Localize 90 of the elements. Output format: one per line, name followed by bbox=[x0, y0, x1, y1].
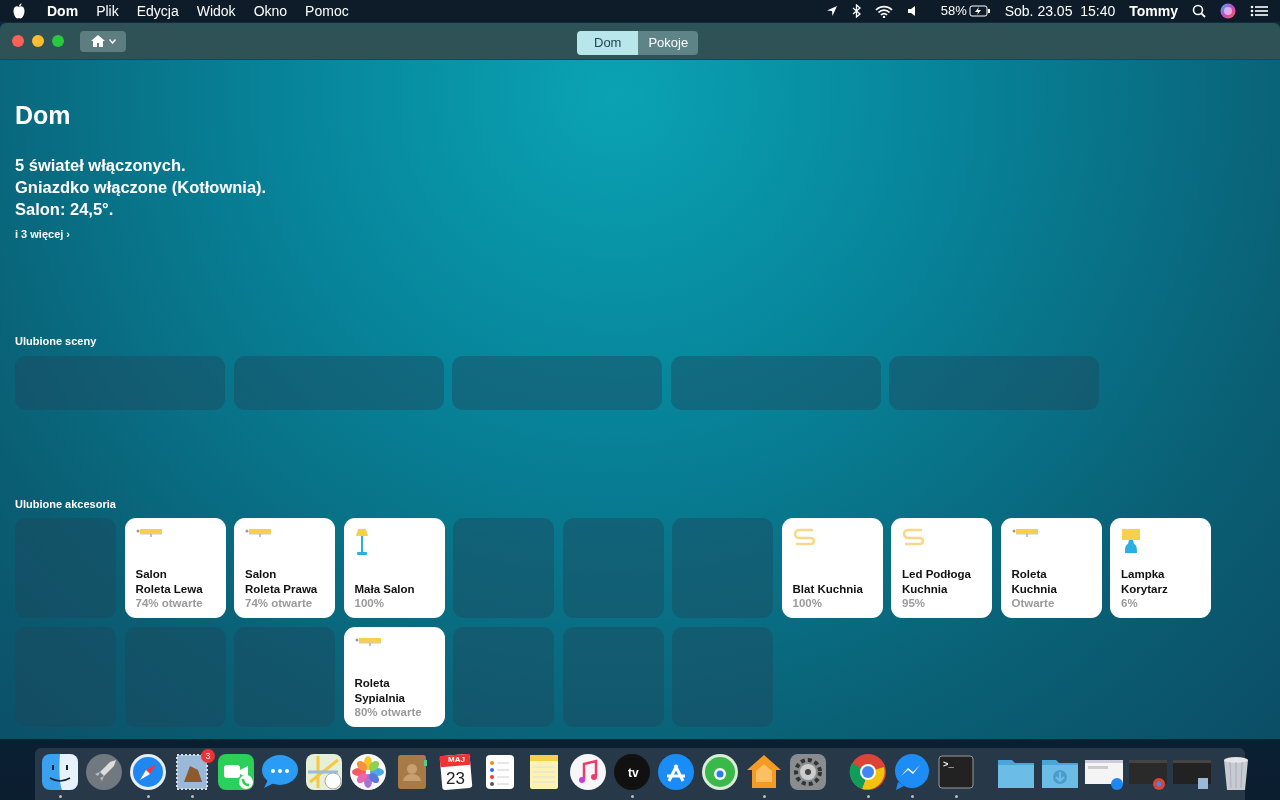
menu-item[interactable]: Pomoc bbox=[296, 0, 358, 22]
accessory-status: 100% bbox=[354, 596, 385, 610]
accessory-tile[interactable]: Led Podłoga Kuchnia 95% bbox=[891, 518, 992, 618]
table-lamp-icon bbox=[1121, 528, 1141, 554]
accessory-tile[interactable]: Salon Roleta Prawa 74% otwarte bbox=[234, 518, 335, 618]
light-strip-icon bbox=[902, 528, 926, 546]
accessory-status: 74% otwarte bbox=[245, 596, 314, 610]
close-button[interactable] bbox=[12, 35, 24, 47]
accessory-name: Salon Roleta Prawa bbox=[245, 567, 319, 596]
lightning-bubble-icon[interactable] bbox=[892, 752, 932, 792]
scene-tile[interactable] bbox=[15, 355, 225, 410]
accessory-tile[interactable] bbox=[562, 627, 664, 727]
accessory-tile[interactable]: Roleta Kuchnia Otwarte bbox=[1000, 518, 1102, 618]
page-title: Dom bbox=[15, 100, 72, 130]
menu-item[interactable]: Dom bbox=[38, 0, 88, 22]
accessory-tile[interactable] bbox=[453, 627, 554, 727]
accessory-name: Salon Roleta Lewa bbox=[135, 567, 204, 596]
summary-line: 5 świateł włączonych. bbox=[15, 155, 187, 176]
a-shape-icon[interactable] bbox=[656, 752, 696, 792]
clock[interactable]: Sob. 23.05 15:40 bbox=[1004, 0, 1116, 22]
accessory-status: 80% otwarte bbox=[354, 705, 423, 719]
music-note-icon[interactable] bbox=[568, 752, 608, 792]
zoom-button[interactable] bbox=[52, 35, 64, 47]
more-link[interactable]: i 3 więcej › bbox=[15, 226, 71, 243]
calendar-day: 23 bbox=[446, 766, 465, 792]
flower-icon[interactable] bbox=[348, 752, 388, 792]
accessory-name: Mała Salon bbox=[354, 581, 416, 596]
accessory-name: Roleta Sypialnia bbox=[354, 676, 406, 705]
summary-line: Gniazdko włączone (Kotłownia). bbox=[15, 177, 268, 198]
accessory-tile[interactable]: Roleta Sypialnia 80% otwarte bbox=[343, 627, 445, 727]
scene-tile[interactable] bbox=[233, 355, 444, 410]
menu-item[interactable]: Widok bbox=[187, 0, 245, 22]
icon-label: >_ bbox=[943, 759, 954, 772]
round-logo-icon[interactable] bbox=[848, 752, 888, 792]
accessory-status: 6% bbox=[1121, 596, 1139, 610]
accessory-status: Otwarte bbox=[1011, 596, 1056, 610]
house-icon bbox=[90, 34, 106, 48]
accessory-tile[interactable]: Mała Salon 100% bbox=[343, 518, 445, 618]
accessory-name: Led Podłoga Kuchnia bbox=[902, 567, 972, 596]
list-icon[interactable] bbox=[1250, 5, 1268, 17]
search-icon[interactable] bbox=[1192, 4, 1206, 18]
icon-label: tv bbox=[628, 765, 639, 782]
compass-icon[interactable] bbox=[128, 752, 168, 792]
bluetooth-icon[interactable] bbox=[851, 4, 861, 18]
accessory-status: 100% bbox=[792, 596, 823, 610]
accessory-tile[interactable] bbox=[672, 627, 773, 727]
section-heading: Ulubione sceny bbox=[15, 334, 98, 349]
section-heading: Ulubione akcesoria bbox=[15, 496, 117, 512]
siri-icon[interactable] bbox=[1220, 3, 1236, 19]
user-name[interactable]: Tommy bbox=[1129, 0, 1178, 22]
accessory-tile[interactable]: Salon Roleta Lewa 74% otwarte bbox=[124, 518, 226, 618]
menu-item[interactable]: Okno bbox=[244, 0, 297, 22]
settings-icon[interactable] bbox=[788, 752, 828, 792]
apple-icon[interactable] bbox=[12, 3, 26, 19]
finder-icon[interactable] bbox=[40, 752, 80, 792]
accessory-name: Blat Kuchnia bbox=[792, 581, 864, 596]
map-icon[interactable] bbox=[304, 752, 344, 792]
tab[interactable]: Pokoje bbox=[638, 31, 699, 55]
minimize-button[interactable] bbox=[32, 35, 44, 47]
accessory-name: Roleta Kuchnia bbox=[1011, 567, 1058, 596]
calendar-month: MAJ bbox=[448, 755, 465, 764]
light-strip-icon bbox=[792, 528, 817, 546]
battery-percentage: 58% bbox=[940, 2, 967, 21]
wifi-icon[interactable] bbox=[874, 4, 893, 18]
rocket-icon[interactable] bbox=[84, 752, 124, 792]
accessory-tile[interactable] bbox=[562, 518, 664, 618]
caret-icon bbox=[109, 38, 116, 44]
video-camera-icon[interactable] bbox=[216, 752, 256, 792]
battery-icon[interactable] bbox=[968, 5, 991, 17]
notification-badge: 3 bbox=[201, 749, 215, 763]
tab[interactable]: Dom bbox=[577, 31, 639, 55]
tv-icon[interactable] bbox=[612, 752, 652, 792]
accessory-tile[interactable]: Blat Kuchnia 100% bbox=[781, 518, 883, 618]
accessory-tile[interactable] bbox=[672, 518, 773, 618]
summary-line: Salon: 24,5°. bbox=[15, 199, 115, 220]
menu-item[interactable]: Plik bbox=[87, 0, 128, 22]
scene-tile[interactable] bbox=[452, 355, 662, 410]
accessory-tile[interactable] bbox=[453, 518, 554, 618]
accessory-status: 74% otwarte bbox=[135, 596, 204, 610]
scene-tile[interactable] bbox=[670, 355, 881, 410]
menu-item[interactable]: Edycja bbox=[127, 0, 188, 22]
floor-lamp-icon bbox=[354, 528, 369, 556]
accessory-tile[interactable]: Lampka Korytarz 6% bbox=[1110, 518, 1211, 618]
accessory-status: 95% bbox=[902, 596, 927, 610]
target-icon[interactable] bbox=[700, 752, 740, 792]
location-arrow-icon[interactable] bbox=[825, 5, 838, 17]
home-menu-button[interactable] bbox=[80, 30, 126, 52]
accessory-name: Lampka Korytarz bbox=[1121, 567, 1169, 596]
terminal-icon[interactable] bbox=[936, 752, 976, 792]
scene-tile[interactable] bbox=[889, 355, 1099, 410]
